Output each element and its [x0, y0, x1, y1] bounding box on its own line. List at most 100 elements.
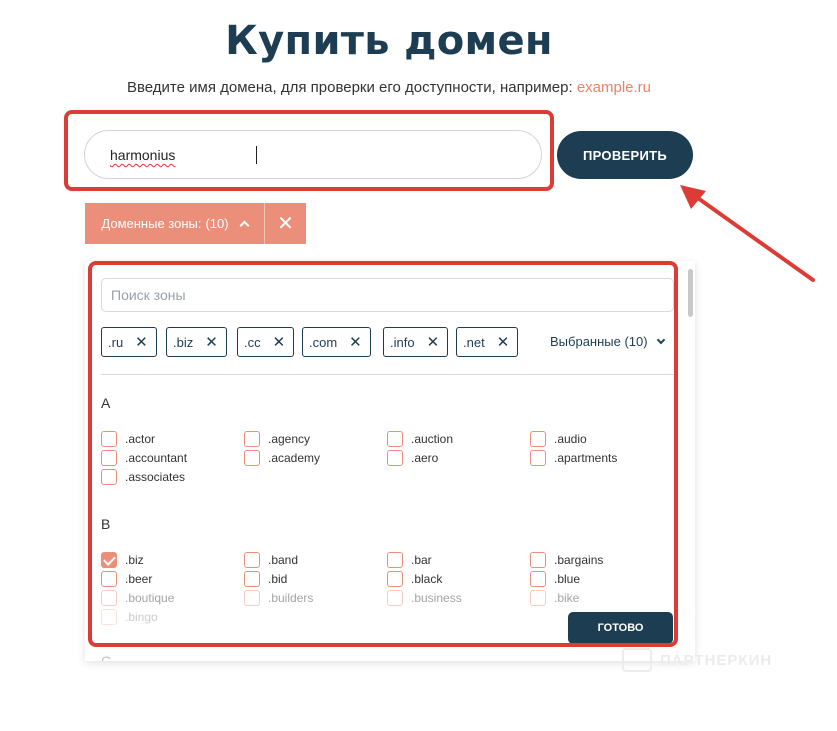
checkbox[interactable]: [244, 570, 260, 587]
page-subtitle: Введите имя домена, для проверки его дос…: [0, 79, 778, 96]
zone-option[interactable]: .agency: [244, 430, 310, 447]
zone-option[interactable]: .actor: [101, 430, 155, 447]
zone-option-label: .bingo: [125, 609, 158, 624]
zone-option[interactable]: .black: [387, 570, 442, 587]
checkbox[interactable]: [387, 551, 403, 568]
checkbox[interactable]: [530, 570, 546, 587]
zone-option-label: .aero: [411, 450, 439, 465]
checkbox[interactable]: [387, 570, 403, 587]
zone-option-label: .blue: [554, 571, 581, 586]
zone-option-label: .bike: [554, 590, 580, 605]
zone-option[interactable]: .auction: [387, 430, 453, 447]
close-icon[interactable]: ✕: [349, 335, 362, 350]
chip-label: .com: [309, 334, 338, 350]
zone-option[interactable]: .audio: [530, 430, 587, 447]
zone-option[interactable]: .bid: [244, 570, 287, 587]
zone-option-label: .actor: [125, 431, 156, 446]
zone-option[interactable]: .bike: [530, 589, 579, 606]
zone-option[interactable]: .bingo: [101, 608, 158, 625]
checkbox[interactable]: [244, 589, 260, 606]
close-icon[interactable]: ✕: [273, 335, 286, 350]
page-title: Купить домен: [225, 18, 553, 64]
zone-option[interactable]: .biz: [101, 551, 144, 568]
checkbox[interactable]: [244, 430, 260, 447]
close-icon[interactable]: ✕: [427, 335, 440, 350]
example-link[interactable]: example.ru: [577, 79, 651, 96]
zone-option-label: .black: [411, 571, 443, 586]
checkbox[interactable]: [101, 589, 117, 606]
done-button[interactable]: ГОТОВО: [568, 612, 673, 644]
zone-search-field[interactable]: [101, 278, 674, 312]
zone-option[interactable]: .blue: [530, 570, 580, 587]
domain-zones-count: (10): [205, 216, 229, 231]
checkbox[interactable]: [387, 449, 403, 466]
chevron-down-icon: [656, 335, 665, 345]
selected-chip[interactable]: .ru ✕: [101, 327, 157, 357]
selected-zones-toggle[interactable]: Выбранные (10): [550, 334, 665, 349]
zone-option-label: .biz: [125, 552, 144, 567]
clear-zones-button[interactable]: ✕: [265, 203, 306, 244]
zone-option[interactable]: .apartments: [530, 449, 617, 466]
checkbox[interactable]: [530, 449, 546, 466]
checkbox[interactable]: [387, 430, 403, 447]
selected-chip[interactable]: .com ✕: [302, 327, 371, 357]
check-button[interactable]: ПРОВЕРИТЬ: [557, 131, 693, 179]
watermark: ПАРТНЕРКИН: [622, 648, 772, 672]
chip-label: .cc: [244, 334, 261, 350]
checkbox[interactable]: [387, 589, 403, 606]
checkbox[interactable]: [244, 551, 260, 568]
page: Купить домен Введите имя домена, для про…: [0, 0, 837, 731]
zone-option-label: .agency: [268, 431, 311, 446]
zone-option[interactable]: .builders: [244, 589, 313, 606]
zone-option-label: .bid: [268, 571, 288, 586]
domain-zones-label[interactable]: Доменные зоны: (10): [85, 203, 265, 244]
checkbox[interactable]: [101, 608, 117, 625]
selected-chip[interactable]: .net ✕: [456, 327, 519, 357]
zone-option[interactable]: .bargains: [530, 551, 603, 568]
zone-option[interactable]: .associates: [101, 468, 185, 485]
zone-option[interactable]: .aero: [387, 449, 438, 466]
checkbox-checked[interactable]: [101, 551, 117, 568]
zones-dropdown-panel: .ru ✕ .biz ✕ .cc ✕ .com ✕ .info ✕ .net ✕ Выбра…: [85, 261, 695, 661]
zone-option-label: .builders: [268, 590, 314, 605]
close-icon[interactable]: ✕: [497, 335, 510, 350]
zone-search-input[interactable]: [102, 279, 673, 311]
close-icon[interactable]: ✕: [135, 335, 148, 350]
subtitle-text: Введите имя домена, для проверки его дос…: [126, 79, 573, 96]
zone-option[interactable]: .business: [387, 589, 462, 606]
domain-zones-toggle[interactable]: Доменные зоны: (10) ✕: [85, 203, 306, 244]
chat-bubble-icon: [622, 648, 652, 672]
checkbox[interactable]: [101, 468, 117, 485]
close-icon[interactable]: ✕: [205, 335, 218, 350]
zone-option[interactable]: .accountant: [101, 449, 187, 466]
checkbox[interactable]: [101, 570, 117, 587]
checkbox[interactable]: [244, 449, 260, 466]
selected-chip[interactable]: .biz ✕: [166, 327, 227, 357]
domain-zones-text: Доменные зоны:: [101, 216, 202, 231]
zone-option-label: .associates: [125, 469, 186, 484]
zone-option-label: .apartments: [554, 450, 618, 465]
checkbox[interactable]: [530, 589, 546, 606]
chip-label: .ru: [108, 334, 124, 350]
zone-option-label: .academy: [268, 450, 321, 465]
group-letter-c: C: [101, 653, 112, 661]
zone-option-label: .business: [411, 590, 462, 605]
zone-option[interactable]: .band: [244, 551, 298, 568]
selected-chip[interactable]: .cc ✕: [237, 327, 295, 357]
checkbox[interactable]: [530, 430, 546, 447]
zone-option[interactable]: .academy: [244, 449, 320, 466]
zone-option[interactable]: .boutique: [101, 589, 174, 606]
chip-label: .biz: [173, 334, 194, 350]
checkbox[interactable]: [530, 551, 546, 568]
selected-zones-label: Выбранные (10): [550, 334, 648, 349]
domain-input-value: harmonius: [110, 147, 176, 163]
checkbox[interactable]: [101, 430, 117, 447]
selected-chip[interactable]: .info ✕: [383, 327, 449, 357]
zone-option[interactable]: .bar: [387, 551, 432, 568]
zone-option-label: .accountant: [125, 450, 188, 465]
zone-option[interactable]: .beer: [101, 570, 152, 587]
zone-option-label: .audio: [554, 431, 587, 446]
zone-option-label: .auction: [411, 431, 454, 446]
checkbox[interactable]: [101, 449, 117, 466]
domain-search-input[interactable]: harmonius: [84, 130, 542, 179]
